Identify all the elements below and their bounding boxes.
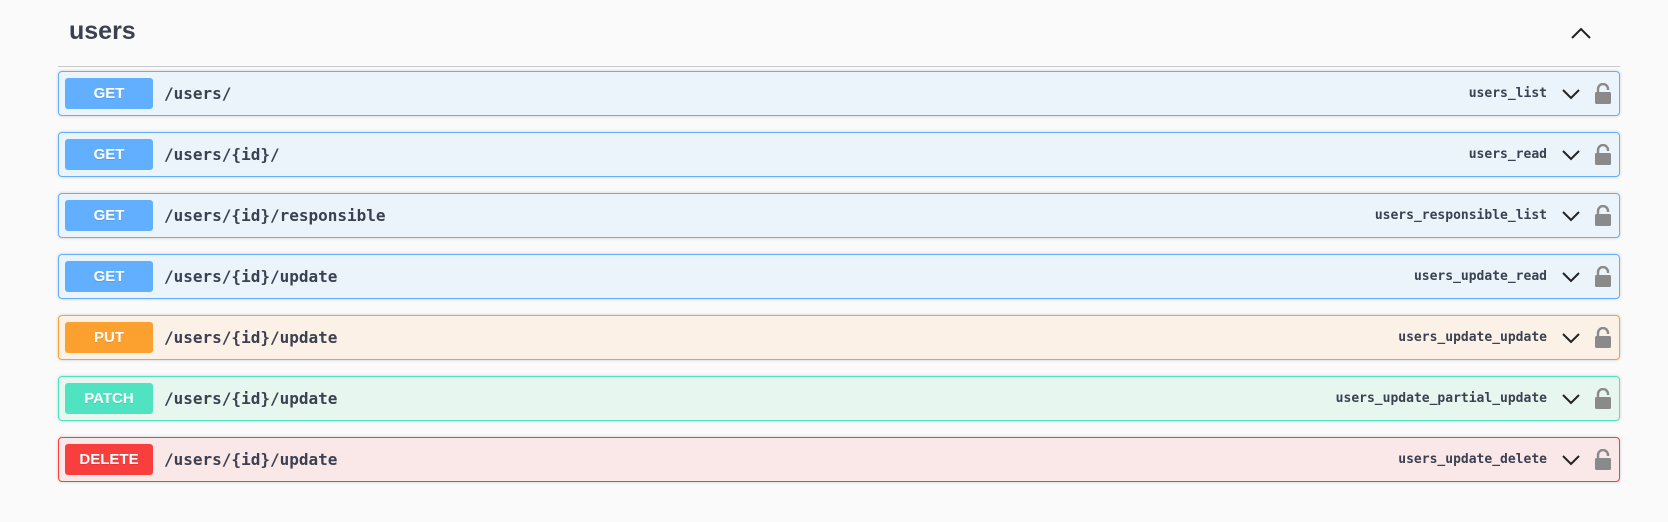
unlocked-padlock-icon[interactable]: [1593, 82, 1613, 106]
operation-id: users_update_partial_update: [1335, 391, 1547, 406]
operation-row[interactable]: DELETE /users/{id}/update users_update_d…: [58, 437, 1620, 482]
operation-id: users_update_delete: [1398, 452, 1547, 467]
operation-path[interactable]: /users/{id}/update: [164, 389, 337, 408]
operation-path[interactable]: /users/{id}/update: [164, 328, 337, 347]
chevron-down-icon[interactable]: [1559, 206, 1583, 226]
chevron-down-icon[interactable]: [1559, 450, 1583, 470]
operation-row[interactable]: PUT /users/{id}/update users_update_upda…: [58, 315, 1620, 360]
chevron-down-icon[interactable]: [1559, 267, 1583, 287]
method-badge: PATCH: [65, 383, 153, 414]
operation-id: users_update_read: [1413, 269, 1547, 284]
chevron-down-icon[interactable]: [1559, 84, 1583, 104]
operation-id: users_update_update: [1398, 330, 1547, 345]
chevron-down-icon[interactable]: [1559, 145, 1583, 165]
operation-path[interactable]: /users/{id}/responsible: [164, 206, 386, 225]
users-section: users GET /users/ users_list GET /users/…: [58, 0, 1620, 498]
operation-path[interactable]: /users/{id}/update: [164, 267, 337, 286]
operations-list: GET /users/ users_list GET /users/{id}/: [58, 71, 1620, 482]
operation-row[interactable]: GET /users/ users_list: [58, 71, 1620, 116]
unlocked-padlock-icon[interactable]: [1593, 265, 1613, 289]
operation-row[interactable]: GET /users/{id}/responsible users_respon…: [58, 193, 1620, 238]
section-title: users: [69, 16, 136, 45]
method-badge: GET: [65, 200, 153, 231]
unlocked-padlock-icon[interactable]: [1593, 143, 1613, 167]
unlocked-padlock-icon[interactable]: [1593, 326, 1613, 350]
operation-id: users_list: [1468, 86, 1547, 101]
unlocked-padlock-icon[interactable]: [1593, 204, 1613, 228]
chevron-down-icon[interactable]: [1559, 328, 1583, 348]
method-badge: DELETE: [65, 444, 153, 475]
method-badge: GET: [65, 78, 153, 109]
method-badge: GET: [65, 261, 153, 292]
method-badge: GET: [65, 139, 153, 170]
operation-row[interactable]: GET /users/{id}/ users_read: [58, 132, 1620, 177]
section-header[interactable]: users: [58, 0, 1620, 67]
operation-row[interactable]: GET /users/{id}/update users_update_read: [58, 254, 1620, 299]
operation-path[interactable]: /users/{id}/update: [164, 450, 337, 469]
chevron-down-icon[interactable]: [1559, 389, 1583, 409]
unlocked-padlock-icon[interactable]: [1593, 387, 1613, 411]
chevron-up-icon[interactable]: [1568, 23, 1594, 43]
operation-path[interactable]: /users/: [164, 84, 231, 103]
unlocked-padlock-icon[interactable]: [1593, 448, 1613, 472]
operation-id: users_responsible_list: [1374, 208, 1547, 223]
operation-id: users_read: [1468, 147, 1547, 162]
operation-row[interactable]: PATCH /users/{id}/update users_update_pa…: [58, 376, 1620, 421]
operation-path[interactable]: /users/{id}/: [164, 145, 280, 164]
method-badge: PUT: [65, 322, 153, 353]
